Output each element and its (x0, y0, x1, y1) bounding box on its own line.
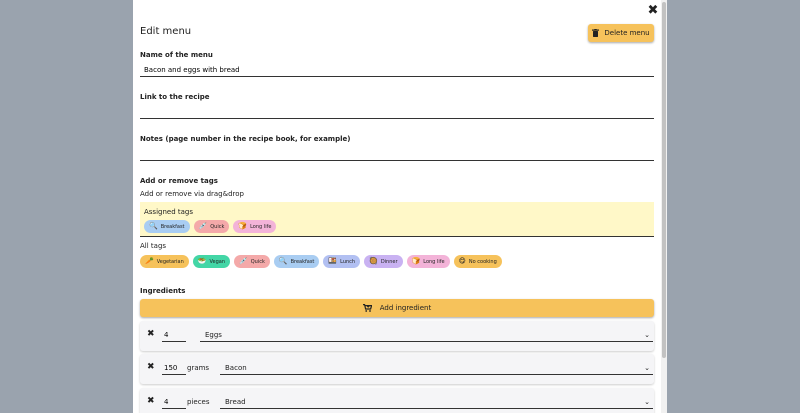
notes-label: Notes (page number in the recipe book, f… (140, 135, 351, 143)
modal-scrollbar[interactable] (661, 0, 667, 413)
carrot-icon: 🥕 (145, 257, 154, 265)
quantity-input[interactable] (162, 395, 186, 409)
syringe-icon: 💉 (239, 257, 248, 265)
ingredient-select[interactable]: Eggs ⌄ (200, 328, 653, 342)
add-ingredient-label: Add ingredient (379, 304, 432, 312)
tag-label: Vegetarian (156, 258, 184, 265)
tag-long-life[interactable]: 🍞 Long life (406, 255, 450, 268)
tag-label: Quick (250, 258, 265, 265)
tag-label: Quick (210, 223, 225, 230)
tag-breakfast[interactable]: 🔍 Breakfast (144, 220, 190, 233)
edit-menu-modal: ✖ Edit menu Delete menu Name of the menu… (133, 0, 667, 413)
tags-section-label: Add or remove tags (140, 177, 218, 185)
tag-lunch[interactable]: 🍱 Lunch (323, 255, 361, 268)
remove-ingredient-icon[interactable]: ✖ (147, 362, 155, 372)
quantity-input[interactable] (162, 361, 186, 375)
all-tags-label: All tags (140, 242, 167, 250)
tag-label: Long life (423, 258, 445, 265)
delete-menu-button[interactable]: Delete menu (588, 24, 654, 42)
ingredient-name: Bacon (225, 363, 247, 372)
remove-ingredient-icon[interactable]: ✖ (147, 329, 155, 339)
chevron-down-icon: ⌄ (644, 330, 650, 339)
ingredients-label: Ingredients (140, 287, 186, 295)
ingredient-name: Eggs (205, 330, 222, 339)
link-input[interactable] (140, 105, 654, 119)
cart-icon (362, 304, 372, 312)
ingredient-select[interactable]: Bacon ⌄ (220, 361, 653, 375)
quantity-input[interactable] (162, 328, 186, 342)
remove-ingredient-icon[interactable]: ✖ (147, 396, 155, 406)
add-ingredient-button[interactable]: Add ingredient (140, 299, 654, 317)
plate-icon: 🥘 (369, 257, 378, 265)
link-label: Link to the recipe (140, 93, 210, 101)
bread-icon: 🍞 (411, 257, 421, 265)
tag-label: Long life (250, 223, 272, 230)
tag-label: Breakfast (160, 223, 185, 230)
tag-label: Vegan (209, 258, 226, 265)
tag-no-cooking[interactable]: 😋 No cooking (453, 255, 502, 268)
assigned-tags-list: 🔍 Breakfast 💉 Quick 🍞 Long life (144, 220, 277, 233)
scrollbar-thumb[interactable] (662, 2, 666, 358)
trash-icon (592, 29, 600, 37)
tag-label: Breakfast (290, 258, 315, 265)
tag-vegan[interactable]: 🥗 Vegan (192, 255, 231, 268)
bento-icon: 🍱 (328, 257, 338, 265)
magnifier-icon: 🔍 (278, 257, 288, 265)
ingredient-row: ✖ grams Bacon ⌄ (140, 354, 654, 384)
close-icon[interactable]: ✖ (646, 4, 660, 18)
tag-quick[interactable]: 💉 Quick (193, 220, 230, 233)
ingredient-row: ✖ Eggs ⌄ (140, 321, 654, 351)
name-input[interactable] (140, 63, 654, 77)
smile-icon: 😋 (458, 257, 466, 265)
tag-breakfast[interactable]: 🔍 Breakfast (273, 255, 320, 268)
assigned-tags-label: Assigned tags (144, 208, 194, 216)
magnifier-icon: 🔍 (149, 222, 158, 230)
modal-title: Edit menu (140, 26, 192, 37)
bread-icon: 🍞 (238, 222, 248, 230)
ingredient-name: Bread (225, 397, 246, 406)
tag-vegetarian[interactable]: 🥕 Vegetarian (140, 255, 189, 268)
ingredient-select[interactable]: Bread ⌄ (220, 395, 653, 409)
chevron-down-icon: ⌄ (644, 397, 650, 406)
tag-label: No cooking (468, 258, 497, 265)
ingredient-row: ✖ pieces Bread ⌄ (140, 388, 654, 413)
tag-long-life[interactable]: 🍞 Long life (233, 220, 277, 233)
notes-input[interactable] (140, 147, 654, 161)
tag-dinner[interactable]: 🥘 Dinner (364, 255, 403, 268)
assigned-tags-dropzone[interactable]: Assigned tags 🔍 Breakfast 💉 Quick 🍞 Long life (140, 202, 654, 237)
tag-label: Lunch (340, 258, 356, 265)
delete-menu-label: Delete menu (604, 29, 650, 37)
syringe-icon: 💉 (198, 222, 208, 230)
unit-label: pieces (187, 398, 210, 406)
name-label: Name of the menu (140, 51, 213, 59)
all-tags-list: 🥕 Vegetarian 🥗 Vegan 💉 Quick 🔍 Breakfast 🍱 Lunch 🥘… (140, 255, 502, 268)
tag-label: Dinner (380, 258, 398, 265)
chevron-down-icon: ⌄ (644, 363, 650, 372)
unit-label: grams (187, 364, 210, 372)
drag-drop-hint: Add or remove via drag&drop (140, 190, 244, 198)
bowl-icon: 🥗 (197, 257, 207, 265)
tag-quick[interactable]: 💉 Quick (234, 255, 270, 268)
